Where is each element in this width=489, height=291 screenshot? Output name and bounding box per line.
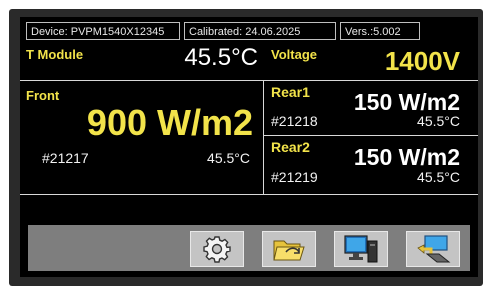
front-label: Front [26, 88, 60, 103]
calibration-box: Calibrated: 24.06.2025 [184, 22, 336, 40]
rear1-label: Rear1 [271, 84, 310, 100]
transfer-icon [417, 235, 451, 263]
front-sensor-id: #21217 [42, 150, 89, 166]
instrument-screen: Device: PVPM1540X12345 Calibrated: 24.06… [20, 17, 478, 277]
rear1-temperature: 45.5°C [417, 113, 460, 129]
divider-vertical [263, 80, 264, 194]
front-temperature: 45.5°C [207, 150, 250, 166]
voltage-value: 1400V [384, 46, 460, 76]
t-module-label: T Module [26, 47, 84, 62]
divider-top [20, 80, 478, 81]
settings-button[interactable] [190, 231, 244, 267]
device-id-box: Device: PVPM1540X12345 [26, 22, 180, 40]
open-folder-icon [273, 240, 305, 261]
front-irradiance: 900 W/m2 [86, 102, 253, 143]
version-box: Vers.:5.002 [340, 22, 420, 40]
rear2-label: Rear2 [271, 139, 310, 155]
divider-bottom [20, 194, 478, 195]
settings-icon [203, 236, 231, 263]
rear2-irradiance: 150 W/m2 [353, 144, 460, 170]
transfer-button[interactable] [406, 231, 460, 267]
bottom-toolbar [28, 225, 470, 271]
computer-button[interactable] [334, 231, 388, 267]
rear1-irradiance: 150 W/m2 [353, 89, 460, 115]
voltage-label: Voltage [271, 47, 317, 62]
open-folder-button[interactable] [262, 231, 316, 267]
version-text: Vers.:5.002 [345, 26, 401, 38]
computer-icon [344, 235, 378, 263]
rear2-sensor-id: #21219 [271, 169, 318, 185]
calibration-text: Calibrated: 24.06.2025 [189, 26, 301, 38]
device-id-text: Device: PVPM1540X12345 [31, 26, 165, 38]
rear2-temperature: 45.5°C [417, 169, 460, 185]
rear1-sensor-id: #21218 [271, 113, 318, 129]
divider-rear [263, 135, 478, 136]
t-module-value: 45.5°C [184, 44, 258, 71]
